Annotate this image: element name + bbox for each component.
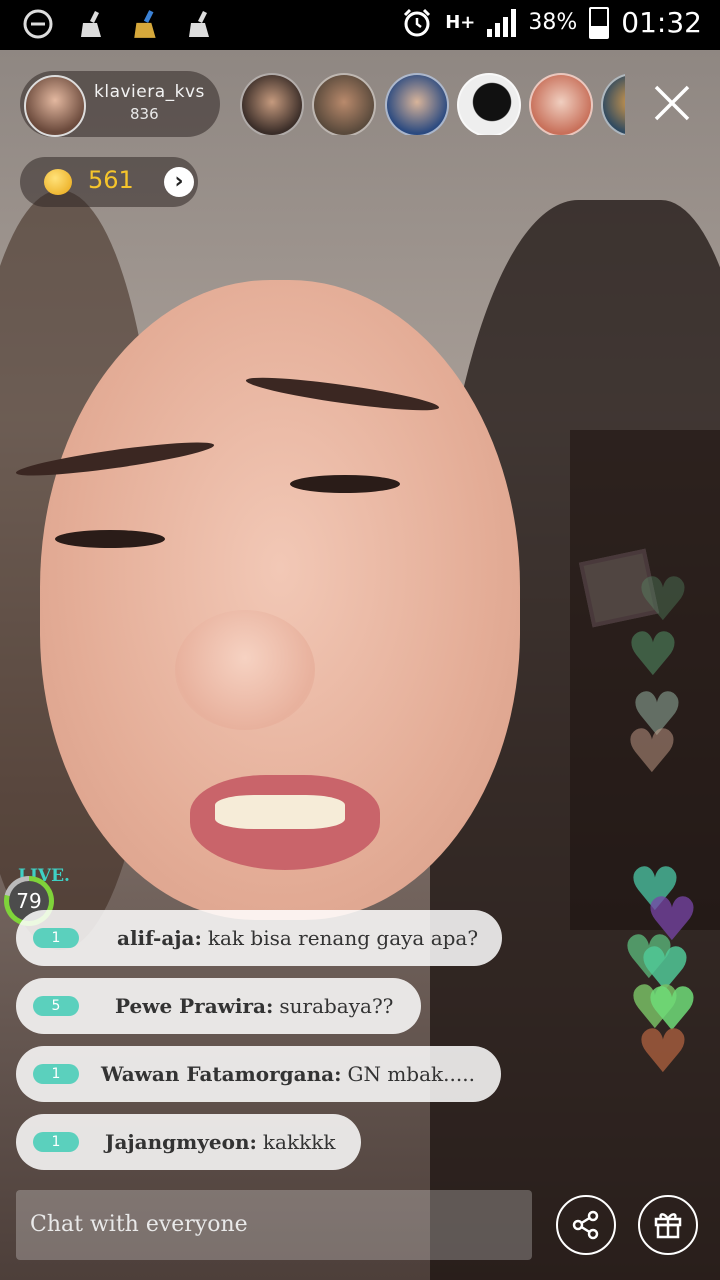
viewer-avatar[interactable]	[529, 73, 593, 135]
minus-circle-icon	[22, 8, 54, 40]
chat-input[interactable]: Chat with everyone	[16, 1190, 532, 1260]
chat-username[interactable]: alif-aja:	[117, 926, 202, 950]
right-eye	[290, 475, 400, 493]
close-icon	[654, 85, 690, 121]
viewer-avatar[interactable]	[457, 73, 521, 135]
share-button[interactable]	[556, 1195, 616, 1255]
nose	[175, 610, 315, 730]
clock-time: 01:32	[621, 6, 702, 39]
broom-icon	[76, 8, 108, 40]
alarm-icon	[404, 8, 431, 36]
user-level-badge: 1	[33, 928, 79, 948]
coin-amount: 561	[88, 166, 134, 194]
battery-percent: 38%	[528, 10, 578, 35]
chat-text: GN mbak.....	[347, 1062, 475, 1086]
gift-button[interactable]	[638, 1195, 698, 1255]
user-level-badge: 5	[33, 996, 79, 1016]
share-icon	[572, 1210, 599, 1240]
host-profile-card[interactable]: klaviera_kvs 836	[20, 71, 220, 137]
battery-icon	[589, 6, 610, 39]
viewer-avatar-list[interactable]	[240, 73, 625, 135]
status-bar: H+ 38% 01:32	[0, 0, 720, 50]
chat-username[interactable]: Jajangmyeon:	[105, 1130, 257, 1154]
heart-icon: ♥	[636, 1017, 690, 1087]
viewer-avatar[interactable]	[385, 73, 449, 135]
left-eye	[55, 530, 165, 548]
chat-message[interactable]: 1 alif-aja: kak bisa renang gaya apa?	[16, 910, 503, 966]
chat-text: kak bisa renang gaya apa?	[207, 926, 479, 950]
broom-color-icon	[130, 8, 162, 40]
chat-text: surabaya??	[279, 994, 394, 1018]
chat-text: kakkkk	[262, 1130, 336, 1154]
gift-icon	[654, 1213, 682, 1239]
chat-message[interactable]: 1 Jajangmyeon: kakkkk	[16, 1114, 362, 1170]
user-level-badge: 1	[33, 1064, 79, 1084]
heart-icon: ♥	[626, 620, 680, 690]
signal-icon	[487, 8, 517, 37]
viewer-avatar[interactable]	[312, 73, 376, 135]
user-level-badge: 1	[33, 1132, 79, 1152]
host-avatar[interactable]	[24, 75, 86, 137]
coin-balance[interactable]: 561 ›	[20, 157, 198, 207]
chat-message[interactable]: 5 Pewe Prawira: surabaya??	[16, 978, 422, 1034]
viewer-avatar[interactable]	[601, 73, 625, 135]
broom-icon	[184, 8, 216, 40]
viewer-avatar[interactable]	[240, 73, 304, 135]
host-username: klaviera_kvs	[94, 82, 205, 102]
chat-username[interactable]: Pewe Prawira:	[115, 994, 273, 1018]
chat-message[interactable]: 1 Wawan Fatamorgana: GN mbak.....	[16, 1046, 501, 1102]
chat-username[interactable]: Wawan Fatamorgana:	[101, 1062, 342, 1086]
heart-icon: ♥	[625, 717, 679, 787]
close-button[interactable]	[650, 83, 694, 127]
host-viewer-count: 836	[130, 105, 159, 123]
network-type: H+	[445, 11, 476, 33]
coin-icon	[44, 169, 72, 195]
teeth	[215, 795, 345, 829]
chevron-right-icon[interactable]: ›	[164, 167, 194, 197]
